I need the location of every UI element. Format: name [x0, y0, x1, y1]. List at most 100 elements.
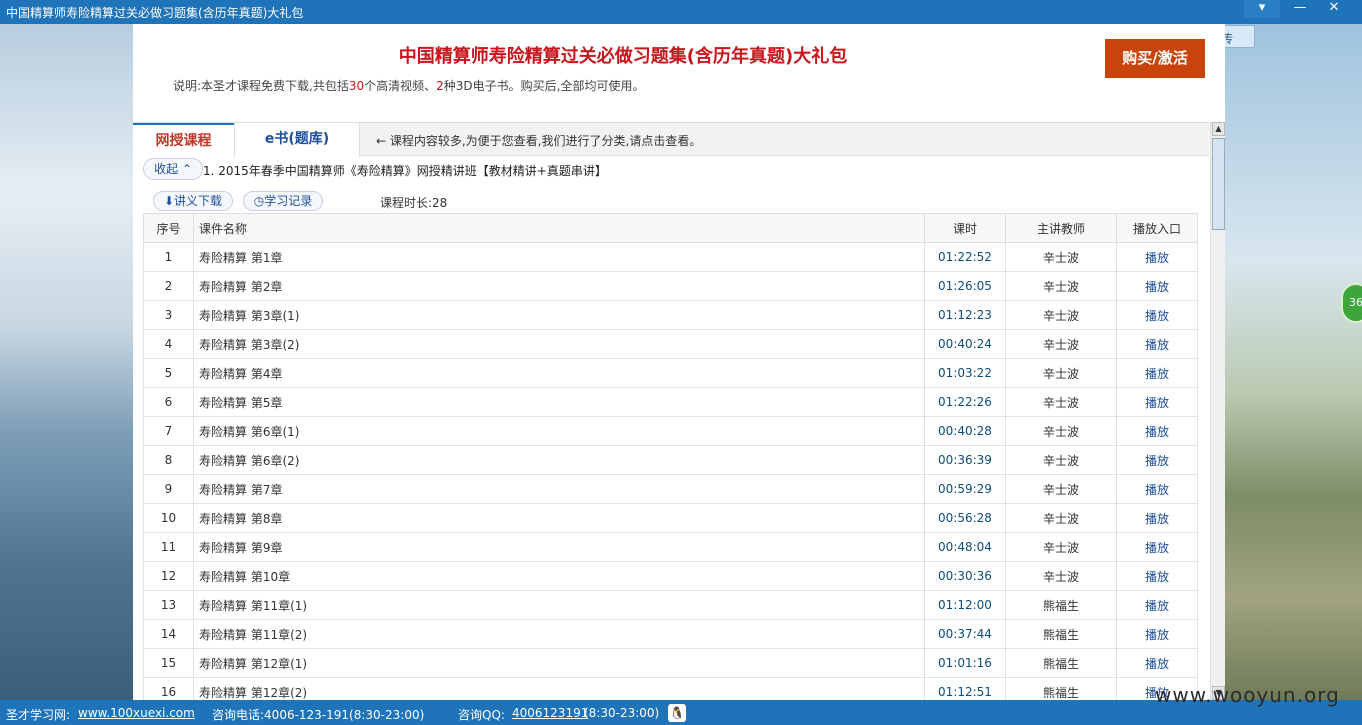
row-teacher: 辛士波	[1005, 387, 1117, 417]
window-title: 中国精算师寿险精算过关必做习题集(含历年真题)大礼包	[6, 6, 304, 20]
row-name: 寿险精算 第11章(2)	[193, 619, 925, 649]
study-record-button[interactable]: ◷学习记录	[243, 191, 323, 211]
tab-ebook[interactable]: e书(题库)	[234, 123, 360, 157]
row-no: 14	[143, 619, 194, 649]
row-play[interactable]: 播放	[1116, 387, 1198, 417]
desc-mid: 个高清视频、	[364, 79, 437, 93]
table-row: 15 寿险精算 第12章(1) 01:01:16 熊福生 播放	[143, 648, 1198, 678]
page-title: 中国精算师寿险精算过关必做习题集(含历年真题)大礼包	[398, 46, 848, 67]
play-link[interactable]: 播放	[1145, 309, 1169, 323]
row-play[interactable]: 播放	[1116, 445, 1198, 475]
row-no: 1	[143, 242, 194, 272]
row-play[interactable]: 播放	[1116, 358, 1198, 388]
course-table: 序号 课件名称 课时 主讲教师 播放入口 1 寿险精算 第1章 01:22:52 辛士…	[143, 213, 1198, 707]
minimize-icon[interactable]: —	[1282, 0, 1318, 18]
row-play[interactable]: 播放	[1116, 300, 1198, 330]
row-play[interactable]: 播放	[1116, 503, 1198, 533]
play-link[interactable]: 播放	[1145, 483, 1169, 497]
qq-penguin-icon[interactable]: 🐧	[668, 704, 686, 722]
play-link[interactable]: 播放	[1145, 425, 1169, 439]
row-play[interactable]: 播放	[1116, 416, 1198, 446]
qq-link[interactable]: 4006123191	[512, 706, 588, 720]
header-name: 课件名称	[193, 213, 925, 243]
row-name: 寿险精算 第8章	[193, 503, 925, 533]
play-link[interactable]: 播放	[1145, 367, 1169, 381]
title-bar: 中国精算师寿险精算过关必做习题集(含历年真题)大礼包 ▾ — ✕	[0, 0, 1362, 24]
row-no: 15	[143, 648, 194, 678]
row-time: 00:48:04	[924, 532, 1006, 562]
collapse-button[interactable]: 收起 ⌃	[143, 158, 203, 180]
tab-hint: ← 课程内容较多,为便于您查看,我们进行了分类,请点击查看。	[376, 134, 702, 148]
row-play[interactable]: 播放	[1116, 242, 1198, 272]
play-link[interactable]: 播放	[1145, 628, 1169, 642]
scroll-up-icon[interactable]: ▲	[1212, 122, 1225, 136]
row-play[interactable]: 播放	[1116, 590, 1198, 620]
row-no: 10	[143, 503, 194, 533]
row-play[interactable]: 播放	[1116, 271, 1198, 301]
header-time: 课时	[924, 213, 1006, 243]
play-link[interactable]: 播放	[1145, 657, 1169, 671]
desktop-background-left	[0, 24, 133, 700]
watermark: www.wooyun.org	[1155, 683, 1340, 707]
header-play: 播放入口	[1116, 213, 1198, 243]
table-row: 12 寿险精算 第10章 00:30:36 辛士波 播放	[143, 561, 1198, 591]
menu-dropdown-icon[interactable]: ▾	[1244, 0, 1280, 18]
row-play[interactable]: 播放	[1116, 619, 1198, 649]
play-link[interactable]: 播放	[1145, 541, 1169, 555]
row-teacher: 辛士波	[1005, 416, 1117, 446]
description: 说明:本圣才课程免费下载,共包括30个高清视频、2种3D电子书。购买后,全部均可…	[173, 77, 645, 94]
row-play[interactable]: 播放	[1116, 329, 1198, 359]
row-teacher: 辛士波	[1005, 532, 1117, 562]
table-row: 2 寿险精算 第2章 01:26:05 辛士波 播放	[143, 271, 1198, 301]
row-no: 3	[143, 300, 194, 330]
row-name: 寿险精算 第11章(1)	[193, 590, 925, 620]
tab-online-course[interactable]: 网授课程	[133, 123, 234, 157]
row-time: 01:01:16	[924, 648, 1006, 678]
site-url[interactable]: www.100xuexi.com	[78, 706, 195, 720]
row-no: 6	[143, 387, 194, 417]
site-link[interactable]: www.100xuexi.com	[78, 706, 195, 720]
close-icon[interactable]: ✕	[1316, 0, 1352, 18]
row-teacher: 熊福生	[1005, 590, 1117, 620]
row-time: 01:12:00	[924, 590, 1006, 620]
play-link[interactable]: 播放	[1145, 512, 1169, 526]
clock-icon: ◷	[253, 194, 265, 208]
side-widget-360[interactable]: 36	[1341, 283, 1362, 323]
vertical-scrollbar[interactable]: ▲ ▼	[1210, 122, 1225, 700]
play-link[interactable]: 播放	[1145, 454, 1169, 468]
row-play[interactable]: 播放	[1116, 474, 1198, 504]
play-link[interactable]: 播放	[1145, 570, 1169, 584]
row-name: 寿险精算 第5章	[193, 387, 925, 417]
row-time: 00:37:44	[924, 619, 1006, 649]
play-link[interactable]: 播放	[1145, 251, 1169, 265]
play-link[interactable]: 播放	[1145, 599, 1169, 613]
table-row: 10 寿险精算 第8章 00:56:28 辛士波 播放	[143, 503, 1198, 533]
video-count: 30	[348, 79, 365, 93]
row-teacher: 熊福生	[1005, 648, 1117, 678]
table-row: 3 寿险精算 第3章(1) 01:12:23 辛士波 播放	[143, 300, 1198, 330]
row-name: 寿险精算 第6章(1)	[193, 416, 925, 446]
table-row: 7 寿险精算 第6章(1) 00:40:28 辛士波 播放	[143, 416, 1198, 446]
row-no: 8	[143, 445, 194, 475]
row-play[interactable]: 播放	[1116, 532, 1198, 562]
buy-activate-button[interactable]: 购买/激活	[1105, 39, 1205, 78]
play-link[interactable]: 播放	[1145, 396, 1169, 410]
table-row: 14 寿险精算 第11章(2) 00:37:44 熊福生 播放	[143, 619, 1198, 649]
play-link[interactable]: 播放	[1145, 280, 1169, 294]
row-no: 4	[143, 329, 194, 359]
row-teacher: 辛士波	[1005, 358, 1117, 388]
handout-download-button[interactable]: ⬇讲义下载	[153, 191, 233, 211]
scroll-thumb[interactable]	[1212, 138, 1225, 230]
qq-number[interactable]: 4006123191	[512, 706, 588, 720]
row-play[interactable]: 播放	[1116, 648, 1198, 678]
row-teacher: 熊福生	[1005, 619, 1117, 649]
row-teacher: 辛士波	[1005, 242, 1117, 272]
page-header: 中国精算师寿险精算过关必做习题集(含历年真题)大礼包 说明:本圣才课程免费下载,…	[133, 24, 1225, 120]
row-play[interactable]: 播放	[1116, 561, 1198, 591]
row-name: 寿险精算 第7章	[193, 474, 925, 504]
play-link[interactable]: 播放	[1145, 338, 1169, 352]
download-icon: ⬇	[163, 194, 175, 208]
row-time: 00:36:39	[924, 445, 1006, 475]
row-teacher: 辛士波	[1005, 300, 1117, 330]
row-time: 00:56:28	[924, 503, 1006, 533]
